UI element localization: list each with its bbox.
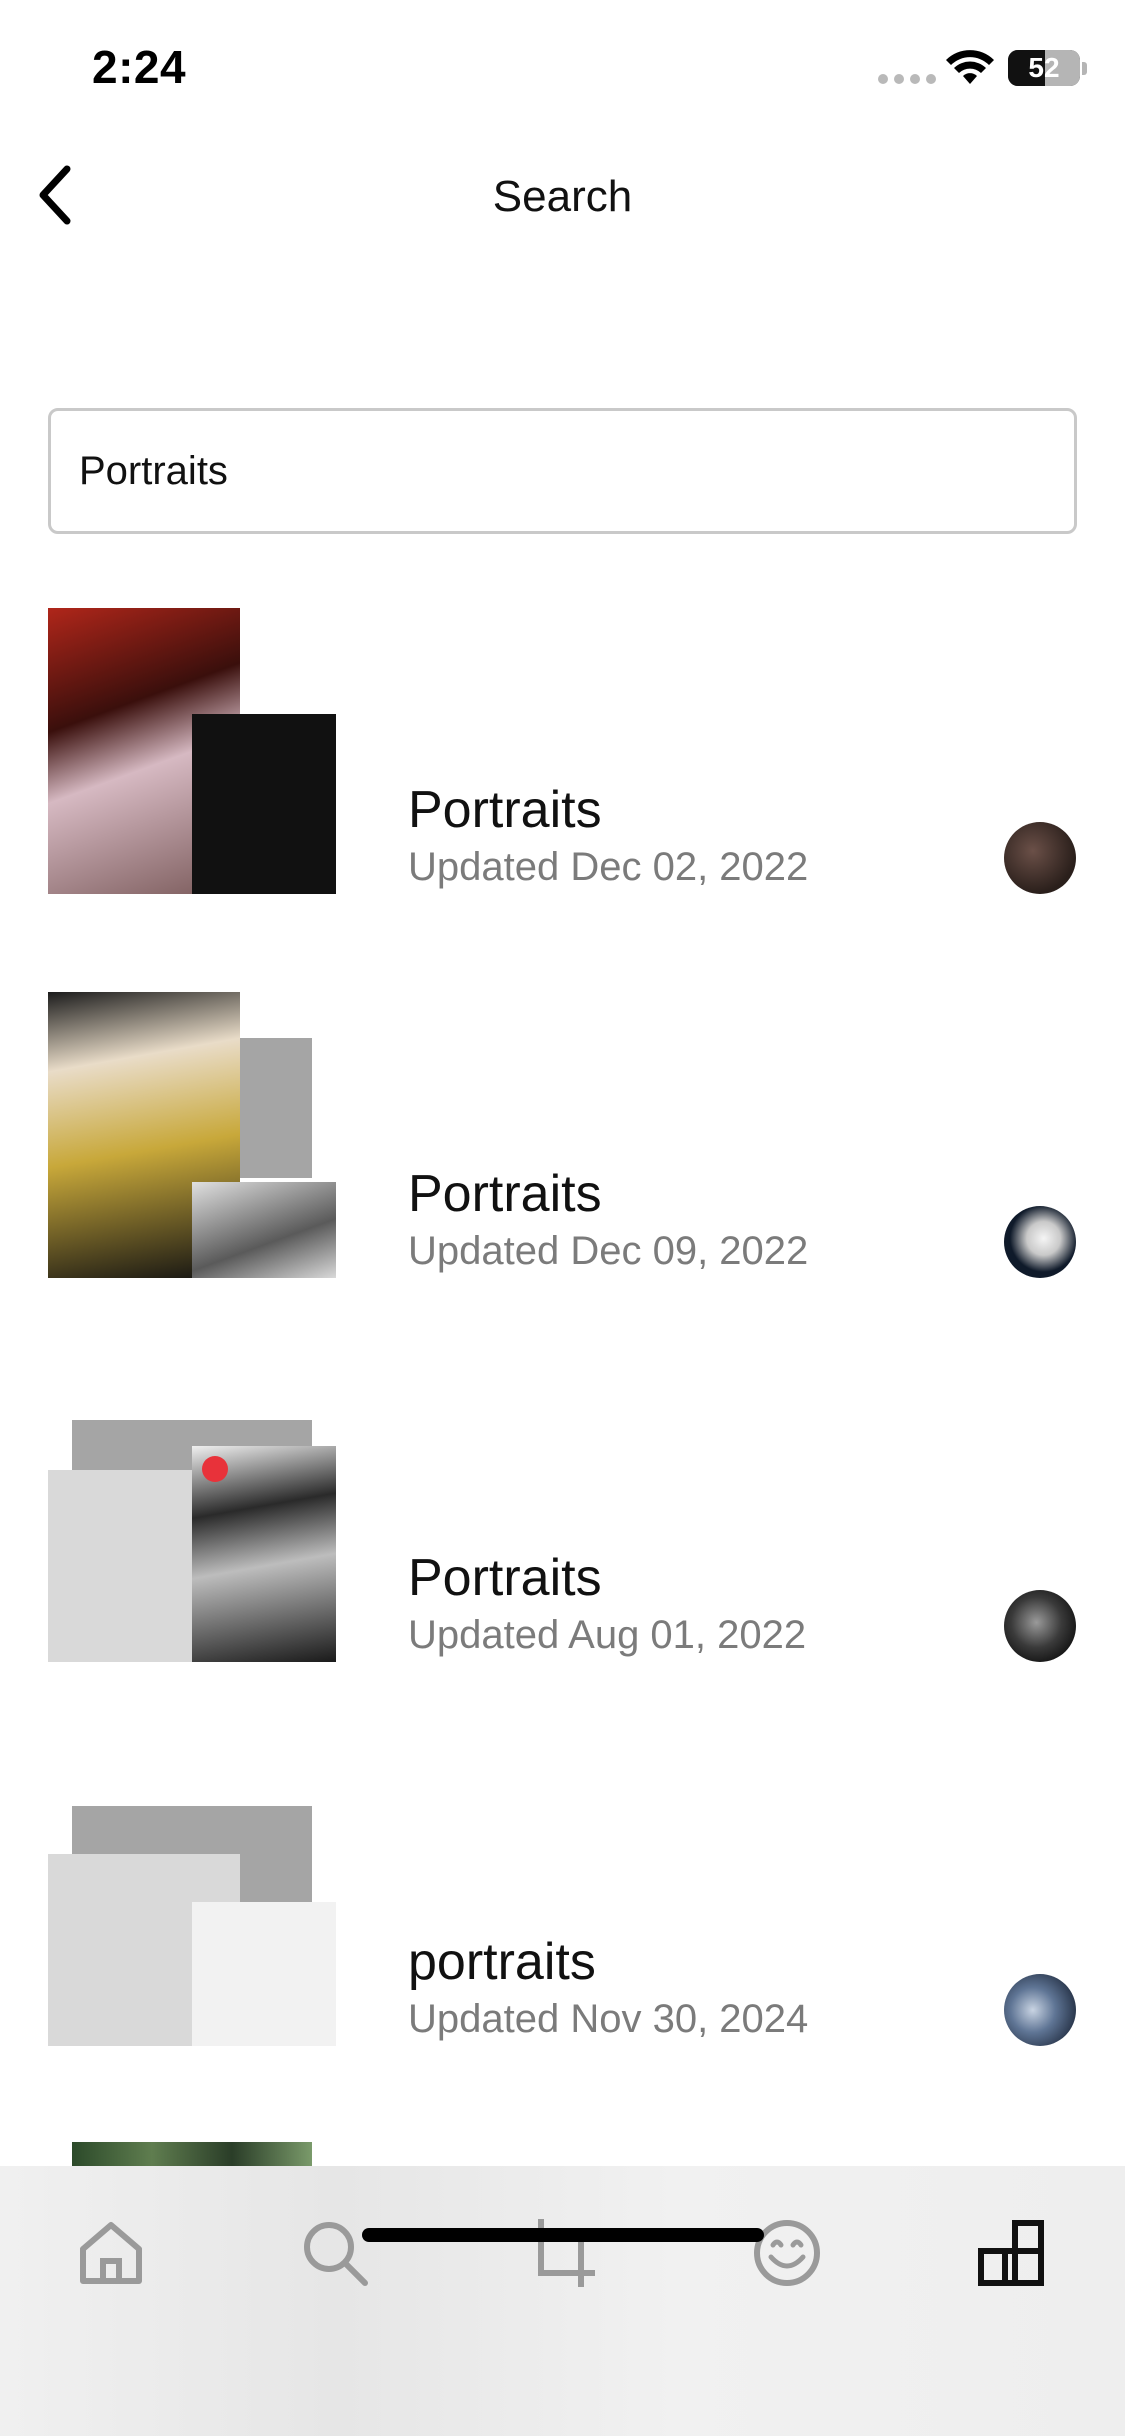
result-item[interactable]: Portraits Updated Dec 02, 2022 [0,608,1125,908]
result-date: Updated Aug 01, 2022 [408,1613,807,1657]
tab-library[interactable] [966,2208,1056,2298]
home-indicator [362,2228,764,2242]
collection-thumbnails [48,1376,338,1666]
collection-thumbnails [48,992,338,1282]
result-title: Portraits [408,1165,602,1223]
result-date: Updated Dec 09, 2022 [408,1229,809,1273]
thumbnail-photo [192,714,336,894]
home-icon [80,2222,142,2284]
search-field[interactable] [48,408,1077,534]
smiley-icon [754,2220,820,2286]
battery-percent: 52 [1028,52,1060,83]
collection-thumbnails [48,1760,338,2050]
thumbnail-photo [192,1182,336,1278]
tab-search[interactable] [290,2208,380,2298]
result-date: Updated Nov 30, 2024 [408,1997,809,2041]
result-item[interactable]: Portraits Updated Dec 09, 2022 [0,992,1125,1292]
result-date: Updated Dec 02, 2022 [408,845,809,889]
result-title: portraits [408,1933,596,1991]
result-item[interactable]: Portraits Updated Aug 01, 2022 [0,1376,1125,1676]
battery-tip [1082,62,1087,75]
avatar[interactable] [1004,1974,1076,2046]
thumbnail-placeholder [240,1038,312,1178]
tab-smiley[interactable] [742,2208,832,2298]
battery-indicator: 52 [1008,50,1080,86]
avatar[interactable] [1004,1590,1076,1662]
wifi-icon [946,50,994,84]
tab-bar [0,2166,1125,2436]
collection-thumbnails [48,608,338,898]
badge-icon [202,1456,228,1482]
result-title: Portraits [408,781,602,839]
avatar[interactable] [1004,1206,1076,1278]
search-icon [304,2222,368,2286]
avatar[interactable] [1004,822,1076,894]
search-input[interactable] [51,411,1074,531]
cellular-signal-icon [878,74,936,84]
page-title: Search [492,172,633,221]
status-bar: 2:24 52 [0,0,1125,140]
result-title: Portraits [408,1549,602,1607]
status-time: 2:24 [92,41,187,93]
thumbnail-photo [72,2142,312,2166]
tab-home[interactable] [66,2208,156,2298]
library-icon [978,2220,1044,2286]
tab-crop[interactable] [516,2208,606,2298]
thumbnail-placeholder [192,1902,336,2046]
result-item[interactable]: portraits Updated Nov 30, 2024 [0,1760,1125,2060]
